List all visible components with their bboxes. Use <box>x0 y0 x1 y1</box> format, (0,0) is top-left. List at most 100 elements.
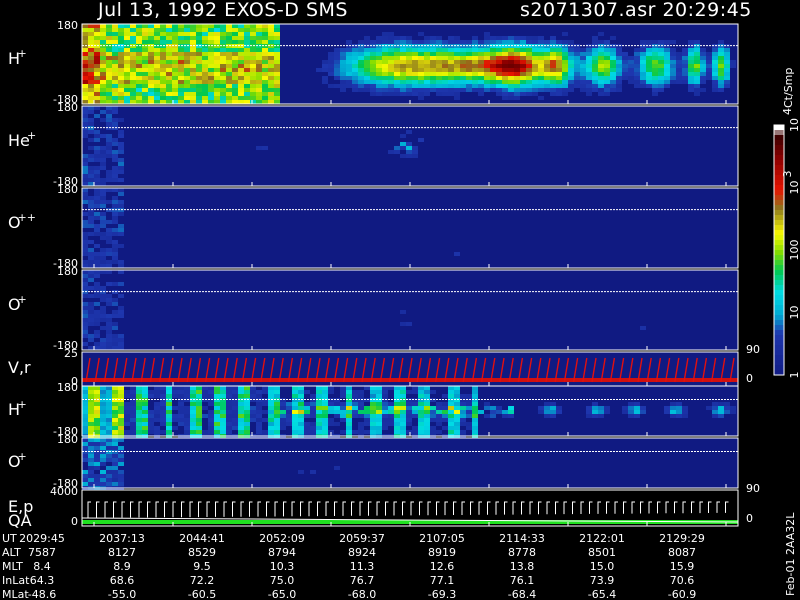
spectro-cell <box>250 72 256 76</box>
spectro-cell <box>544 48 550 52</box>
spectro-cell <box>94 196 100 200</box>
spectro-cell <box>244 414 250 418</box>
colorbar-tick-sup: 4 <box>781 108 794 115</box>
spectro-cell <box>136 40 142 44</box>
spectro-cell <box>310 430 316 434</box>
spectro-cell <box>142 418 148 422</box>
spectro-cell <box>418 430 424 434</box>
spectro-cell <box>598 88 604 92</box>
table-cell: 2037:13 <box>99 532 145 545</box>
spectro-cell <box>148 48 154 52</box>
spectro-cell <box>304 410 310 414</box>
spectro-cell <box>712 402 718 406</box>
spectro-cell <box>184 32 190 36</box>
spectro-cell <box>436 422 442 426</box>
spectro-cell <box>598 52 604 56</box>
spectro-cell <box>412 92 418 96</box>
spectro-cell <box>382 84 388 88</box>
spectro-cell <box>370 48 376 52</box>
spectro-cell <box>484 40 490 44</box>
spectro-cell <box>172 390 178 394</box>
spectro-cell <box>100 92 106 96</box>
spectro-cell <box>214 60 220 64</box>
spectro-cell <box>274 64 280 68</box>
spectro-cell <box>418 88 424 92</box>
colorbar-band <box>774 150 784 156</box>
spectro-cell <box>274 52 280 56</box>
spectro-cell <box>376 410 382 414</box>
spectro-cell <box>364 68 370 72</box>
colorbar-band <box>774 210 784 216</box>
spectro-cell <box>190 96 196 100</box>
spectro-cell <box>88 422 94 426</box>
spectro-cell <box>220 394 226 398</box>
spectro-cell <box>604 40 610 44</box>
spectro-cell <box>82 56 88 60</box>
spectro-cell <box>82 182 88 186</box>
colorbar-band <box>774 225 784 231</box>
spectro-cell <box>400 402 406 406</box>
colorbar-tick-label: 10 <box>788 306 800 320</box>
spectro-cell <box>496 64 502 68</box>
spectro-cell <box>220 32 226 36</box>
spectro-cell <box>208 48 214 52</box>
spectro-cell <box>250 386 256 390</box>
spectro-cell <box>118 200 124 204</box>
file-label: s2071307.asr 20:29:45 <box>520 0 752 21</box>
spectro-cell <box>490 88 496 92</box>
spectro-cell <box>670 40 676 44</box>
spectro-cell <box>724 60 730 64</box>
spectro-cell <box>214 92 220 96</box>
spectro-cell <box>118 166 124 170</box>
spectro-cell <box>514 92 520 96</box>
spectro-cell <box>100 310 106 314</box>
spectro-cell <box>424 410 430 414</box>
spectro-cell <box>190 422 196 426</box>
spectro-cell <box>94 314 100 318</box>
spectro-cell <box>556 68 562 72</box>
spectro-cell <box>106 188 112 192</box>
spectro-cell <box>136 64 142 68</box>
spectro-cell <box>406 422 412 426</box>
spectro-cell <box>88 154 94 158</box>
spectro-cell <box>478 40 484 44</box>
spectro-cell <box>592 76 598 80</box>
spectro-cell <box>148 64 154 68</box>
spectro-cell <box>268 418 274 422</box>
spectro-cell <box>502 96 508 100</box>
spectro-cell <box>250 96 256 100</box>
spectro-cell <box>388 406 394 410</box>
table-cell: 76.1 <box>510 574 535 587</box>
colorbar-band <box>774 205 784 211</box>
spectro-cell <box>556 64 562 68</box>
spectro-cell <box>112 118 118 122</box>
spectro-cell <box>94 406 100 410</box>
spectro-cell <box>454 64 460 68</box>
spectro-cell <box>238 60 244 64</box>
spectro-cell <box>598 406 604 410</box>
spectro-cell <box>124 402 130 406</box>
spectro-cell <box>94 334 100 338</box>
spectro-cell <box>364 64 370 68</box>
spectro-cell <box>220 72 226 76</box>
spectro-cell <box>616 72 622 76</box>
spectro-cell <box>250 48 256 52</box>
spectro-cell <box>544 84 550 88</box>
spectro-cell <box>640 56 646 60</box>
spectro-cell <box>190 28 196 32</box>
spectro-cell <box>214 32 220 36</box>
spectro-cell <box>388 72 394 76</box>
spectro-cell <box>394 68 400 72</box>
spectro-cell <box>226 386 232 390</box>
spectro-cell <box>232 24 238 28</box>
spectro-cell <box>268 100 274 104</box>
spectro-cell <box>112 110 118 114</box>
spectro-cell <box>112 430 118 434</box>
spectro-cell <box>652 72 658 76</box>
spectro-cell <box>100 88 106 92</box>
spectro-cell <box>712 410 718 414</box>
spectro-cell <box>478 84 484 88</box>
spectro-cell <box>124 72 130 76</box>
spectro-cell <box>274 418 280 422</box>
spectro-cell <box>706 56 712 60</box>
